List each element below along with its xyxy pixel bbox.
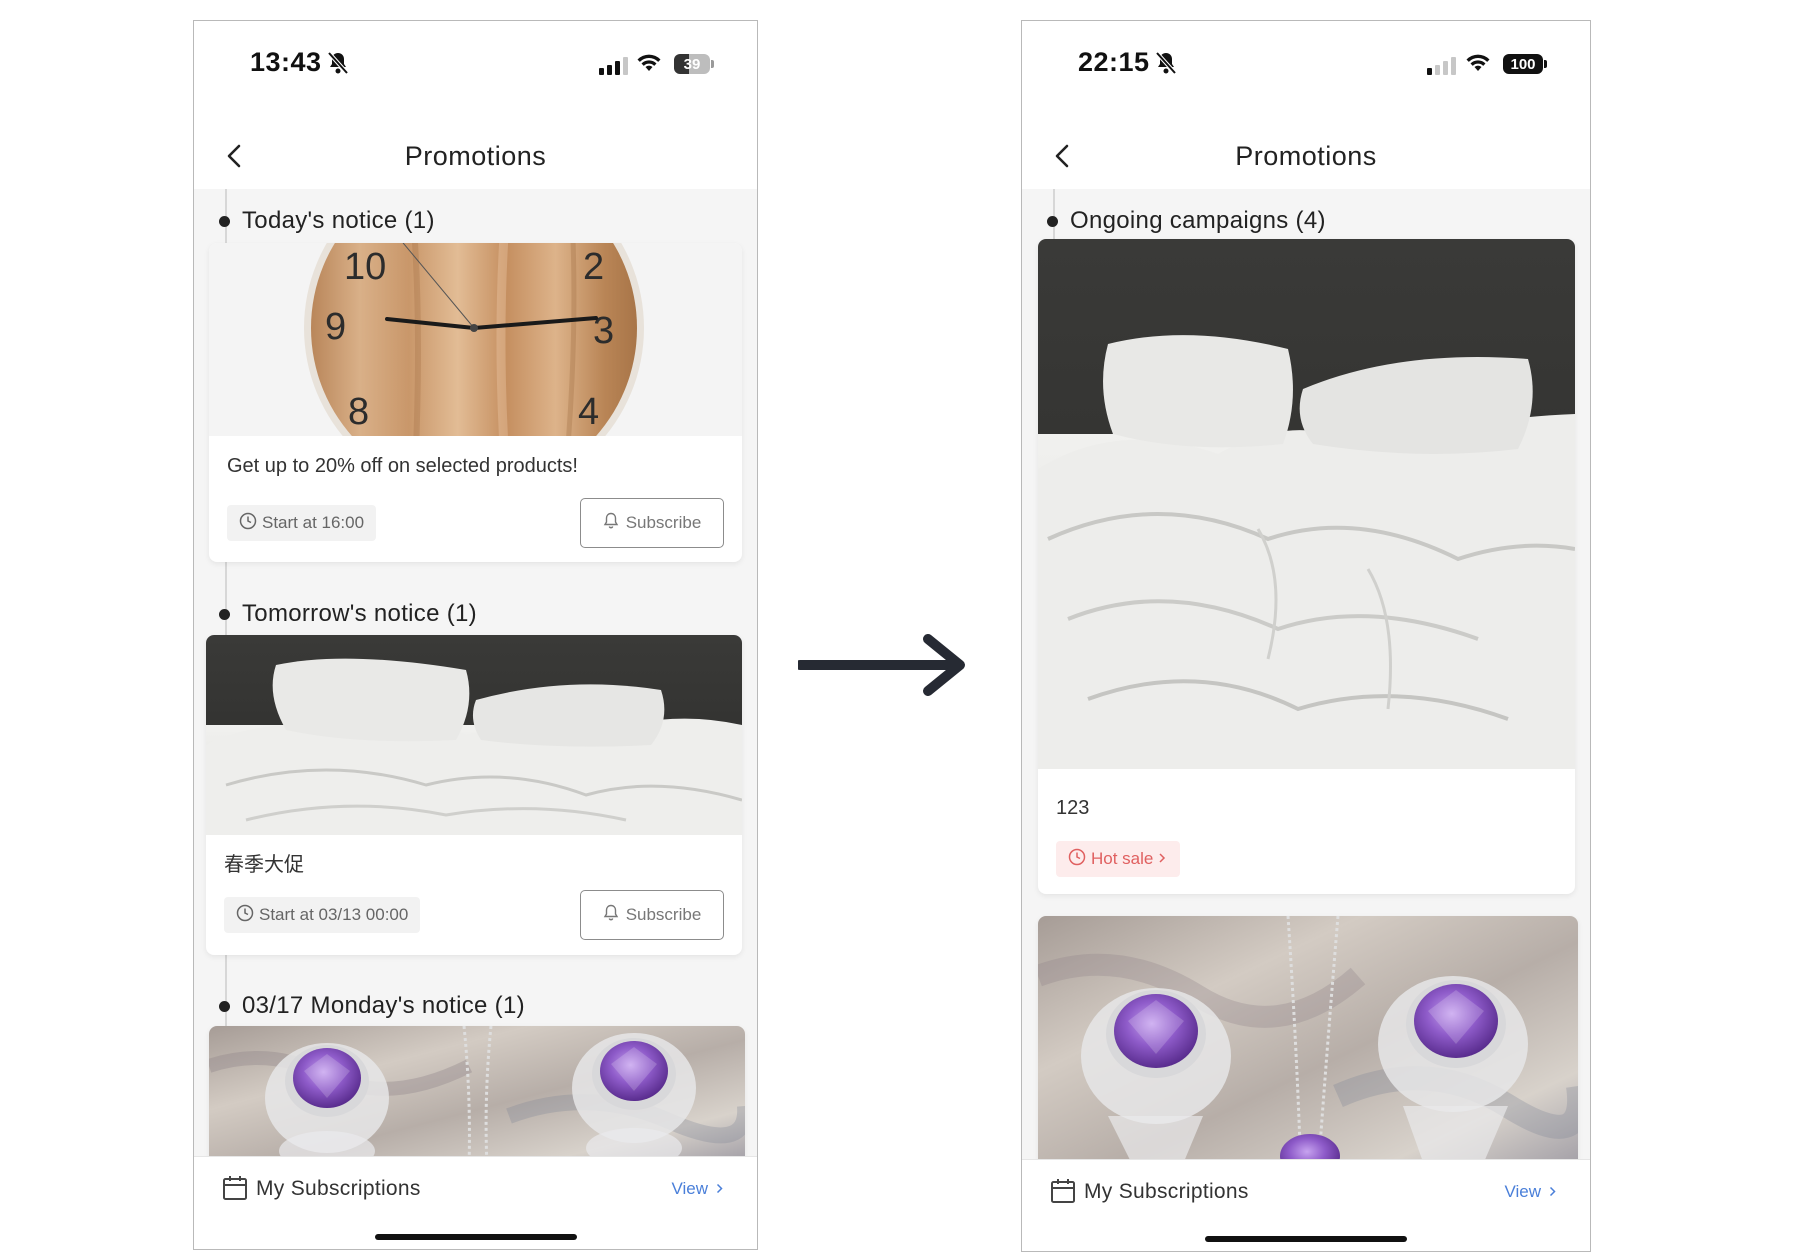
svg-text:2: 2 [583,246,604,288]
svg-text:8: 8 [348,391,369,433]
status-bar: 13:43 39 [194,21,757,121]
promotions-list[interactable]: Ongoing campaigns (4) 123 Hot sale [1022,189,1590,1159]
view-label: View [1504,1182,1541,1201]
white-bed-photo [206,635,742,835]
subscriptions-footer[interactable]: My Subscriptions View [1022,1159,1590,1226]
wifi-icon [636,53,662,78]
section-title: Today's notice (1) [242,207,435,234]
subscribe-button[interactable]: Subscribe [580,498,724,548]
signal-icon [599,57,628,75]
home-indicator [1205,1236,1407,1242]
amethyst-jewelry-photo [1038,916,1578,1159]
home-indicator [374,1234,577,1240]
svg-text:10: 10 [344,246,386,288]
campaign-card-jewelry[interactable] [1038,916,1578,1159]
battery-icon: 39 [674,54,710,74]
phone-screen-after: 22:15 100 Promotions Ongoing campaigns (… [1021,20,1591,1252]
phone-screen-before: 13:43 39 Promotions Today's notice (1) 1… [193,20,758,1250]
status-bar: 22:15 100 [1022,21,1590,121]
white-bed-photo [1038,239,1575,769]
clock-icon [236,904,254,927]
bell-off-icon [1155,51,1177,80]
campaign-description: 123 [1056,797,1090,819]
section-title: Ongoing campaigns (4) [1070,207,1326,234]
chevron-right-icon [1549,1182,1556,1202]
campaign-card-bed[interactable]: 123 Hot sale [1038,239,1575,894]
timeline-dot [219,1001,230,1012]
bell-off-icon [327,51,349,80]
timeline-dot [219,609,230,620]
my-subscriptions-label: My Subscriptions [1084,1180,1249,1203]
section-title: 03/17 Monday's notice (1) [242,992,525,1019]
start-time-label: Start at 16:00 [262,513,365,532]
view-label: View [671,1179,708,1198]
clock-icon [1068,848,1086,871]
arrow-right-icon [795,634,970,701]
page-title: Promotions [404,141,547,171]
section-title: Tomorrow's notice (1) [242,600,477,627]
status-time: 22:15 [1078,47,1150,77]
start-time-badge: Start at 03/13 00:00 [224,897,421,933]
bell-icon [603,512,619,535]
chevron-right-icon [716,1179,723,1199]
calendar-icon [222,1175,248,1206]
view-subscriptions-link[interactable]: View [1504,1182,1556,1202]
battery-cap [1544,60,1547,68]
view-subscriptions-link[interactable]: View [671,1179,723,1199]
svg-text:4: 4 [578,391,599,433]
subscribe-label: Subscribe [625,513,702,532]
nav-bar: Promotions [1022,121,1590,189]
subscribe-button[interactable]: Subscribe [580,890,724,940]
subscriptions-footer[interactable]: My Subscriptions View [194,1156,757,1223]
start-time-badge: Start at 16:00 [227,505,377,541]
signal-icon [1427,57,1456,75]
promotion-card-monday[interactable] [209,1026,745,1156]
promotion-description: 春季大促 [224,852,304,876]
amethyst-jewelry-photo [209,1026,745,1156]
chevron-right-icon [1158,849,1166,869]
my-subscriptions-label: My Subscriptions [256,1177,421,1200]
battery-level: 39 [683,55,701,73]
svg-text:9: 9 [325,306,346,348]
calendar-icon [1050,1178,1076,1209]
battery-icon: 100 [1503,54,1543,74]
start-time-label: Start at 03/13 00:00 [259,905,409,924]
page-title: Promotions [1235,141,1377,171]
wall-clock-photo: 10 2 9 3 8 4 [209,243,742,436]
hot-sale-badge[interactable]: Hot sale [1056,841,1181,877]
status-time: 13:43 [250,47,322,77]
timeline-dot [219,216,230,227]
bell-icon [603,904,619,927]
wifi-icon [1465,53,1491,78]
promotions-list[interactable]: Today's notice (1) 10 2 9 3 8 4 Get up t… [194,189,757,1156]
clock-icon [239,512,257,535]
hot-sale-label: Hot sale [1091,849,1154,868]
timeline-dot [1047,216,1058,227]
promotion-card-today[interactable]: 10 2 9 3 8 4 Get up to 20% off on select… [209,243,742,562]
battery-cap [711,60,714,68]
battery-level: 100 [1510,55,1536,73]
subscribe-label: Subscribe [625,905,702,924]
promotion-card-tomorrow[interactable]: 春季大促 Start at 03/13 00:00 Subscribe [206,635,742,955]
nav-bar: Promotions [194,121,757,189]
promotion-description: Get up to 20% off on selected products! [227,455,578,477]
